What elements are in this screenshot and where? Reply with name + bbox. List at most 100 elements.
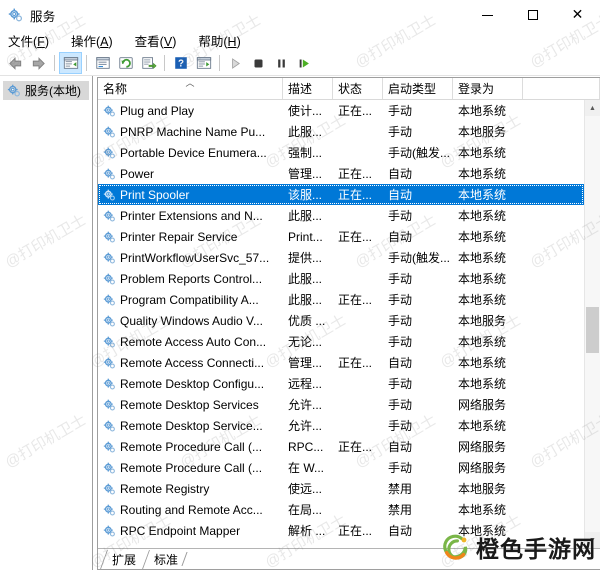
cell-desc: 在 W... (288, 461, 325, 475)
restart-service-icon[interactable] (293, 52, 316, 74)
table-row[interactable]: Power 管理... 正在... 自动 本地系统 (98, 163, 584, 184)
cell-status: 正在... (338, 104, 373, 118)
table-row[interactable]: Remote Desktop Service... 允许... 手动 本地系统 (98, 415, 584, 436)
table-row[interactable]: Program Compatibility A... 此服... 正在... 手动 本地… (98, 289, 584, 310)
export-list-icon[interactable] (137, 52, 160, 74)
cell-startup: 手动 (388, 335, 413, 349)
table-row[interactable]: Remote Desktop Services 允许... 手动 网络服务 (98, 394, 584, 415)
table-row[interactable]: Remote Registry 使远... 禁用 本地服务 (98, 478, 584, 499)
cell-status: 正在... (338, 524, 373, 538)
cell-desc: 管理... (288, 167, 323, 181)
cell-name: Remote Registry (98, 482, 283, 496)
column-header-log-on-as[interactable]: 登录为 (453, 78, 523, 99)
menu-action-label: 操作( (70, 35, 101, 49)
column-header-startup-type-label: 启动类型 (388, 82, 437, 96)
properties-icon[interactable] (91, 52, 114, 74)
table-row[interactable]: Remote Access Auto Con... 无论... 手动 本地系统 (98, 331, 584, 352)
table-row[interactable]: Routing and Remote Acc... 在局... 禁用 本地系统 (98, 499, 584, 520)
menu-help[interactable]: 帮助(H) (198, 29, 249, 52)
cell-name: Program Compatibility A... (98, 293, 283, 307)
column-header-description[interactable]: 描述 (283, 78, 333, 99)
table-row[interactable]: Print Spooler 该服... 正在... 自动 本地系统 (98, 184, 584, 205)
cell-desc: 优质 ... (288, 314, 326, 328)
tab-standard[interactable]: 标准 (142, 550, 188, 569)
table-row[interactable]: Remote Procedure Call (... 在 W... 手动 网络服务 (98, 457, 584, 478)
cell-desc: 此服... (288, 209, 323, 223)
table-row[interactable]: PrintWorkflowUserSvc_57... 提供... 手动(触发... 本… (98, 247, 584, 268)
tree-node-label: 服务(本地) (25, 84, 81, 98)
tree-node-services-local[interactable]: 服务(本地) (3, 81, 89, 100)
table-row[interactable]: Remote Access Connecti... 管理... 正在... 自动 本地系… (98, 352, 584, 373)
table-row[interactable]: Printer Repair Service Print... 正在... 自动 本地系… (98, 226, 584, 247)
menu-view[interactable]: 查看(V) (135, 29, 186, 52)
scroll-down-button[interactable]: ▼ (585, 532, 600, 548)
cell-logon: 本地系统 (458, 146, 507, 160)
cell-startup: 自动 (388, 167, 413, 181)
stop-service-icon[interactable] (247, 52, 270, 74)
cell-startup: 手动 (388, 293, 413, 307)
table-row[interactable]: Quality Windows Audio V... 优质 ... 手动 本地服务 (98, 310, 584, 331)
column-header-name[interactable]: 名称 ︿ (98, 78, 283, 99)
cell-status: 正在... (338, 230, 373, 244)
cell-desc: 提供... (288, 251, 323, 265)
cell-desc: 允许... (288, 398, 323, 412)
cell-startup: 自动 (388, 356, 413, 370)
table-row[interactable]: Portable Device Enumera... 强制... 手动(触发... 本… (98, 142, 584, 163)
forward-arrow-icon[interactable] (27, 52, 50, 74)
scroll-up-button[interactable]: ▲ (585, 100, 600, 116)
service-gear-icon (102, 209, 116, 223)
cell-logon: 本地系统 (458, 272, 507, 286)
table-row[interactable]: RPC Endpoint Mapper 解析 ... 正在... 自动 本地系统 (98, 520, 584, 541)
cell-desc: 远程... (288, 377, 323, 391)
cell-logon: 本地系统 (458, 167, 507, 181)
services-list: Plug and Play 使计... 正在... 手动 本地系统 PNRP Machin… (98, 100, 584, 548)
start-service-icon[interactable] (224, 52, 247, 74)
table-row[interactable]: Remote Procedure Call (... RPC... 正在... 自动 网… (98, 436, 584, 457)
cell-name: Power (98, 167, 283, 181)
column-header-startup-type[interactable]: 启动类型 (383, 78, 453, 99)
menu-view-tail: ) (172, 35, 177, 49)
service-name-label: Printer Repair Service (120, 229, 238, 244)
title-bar: 服务 ✕ (0, 0, 600, 30)
show-action-pane-icon[interactable] (192, 52, 215, 74)
cell-desc: 在局... (288, 503, 323, 517)
pause-service-icon[interactable] (270, 52, 293, 74)
cell-logon: 本地服务 (458, 314, 507, 328)
back-arrow-icon[interactable] (4, 52, 27, 74)
list-header: 名称 ︿ 描述 状态 启动类型 登录为 (98, 78, 600, 100)
cell-desc: 此服... (288, 272, 323, 286)
refresh-icon[interactable] (114, 52, 137, 74)
column-header-status-label: 状态 (338, 82, 363, 96)
menu-action[interactable]: 操作(A) (71, 29, 122, 52)
table-row[interactable]: Printer Extensions and N... 此服... 手动 本地系统 (98, 205, 584, 226)
maximize-button[interactable] (510, 0, 555, 30)
service-name-label: Quality Windows Audio V... (120, 313, 263, 328)
service-name-label: Remote Desktop Services (120, 397, 259, 412)
column-header-status[interactable]: 状态 (333, 78, 383, 99)
cell-startup: 自动 (388, 440, 413, 454)
show-hide-console-tree-icon[interactable] (59, 52, 82, 74)
cell-logon: 本地系统 (458, 230, 507, 244)
menu-action-tail: ) (108, 35, 113, 49)
table-row[interactable]: Plug and Play 使计... 正在... 手动 本地系统 (98, 100, 584, 121)
cell-status: 正在... (338, 440, 373, 454)
vertical-scrollbar[interactable]: ▲ ▼ (584, 100, 600, 548)
cell-logon: 本地系统 (458, 524, 507, 538)
service-name-label: Remote Desktop Service... (120, 418, 263, 433)
service-name-label: Remote Procedure Call (... (120, 460, 263, 475)
cell-name: Routing and Remote Acc... (98, 503, 283, 517)
service-gear-icon (102, 167, 116, 181)
menu-file[interactable]: 文件(F) (8, 29, 58, 52)
table-row[interactable]: PNRP Machine Name Pu... 此服... 手动 本地服务 (98, 121, 584, 142)
scroll-thumb[interactable] (586, 307, 599, 354)
table-row[interactable]: Problem Reports Control... 此服... 手动 本地系统 (98, 268, 584, 289)
cell-desc: 管理... (288, 356, 323, 370)
close-button[interactable]: ✕ (555, 0, 600, 30)
minimize-button[interactable] (465, 0, 510, 30)
tab-extended[interactable]: 扩展 (100, 550, 146, 569)
scroll-track[interactable] (585, 116, 600, 532)
service-gear-icon (102, 230, 116, 244)
table-row[interactable]: Remote Desktop Configu... 远程... 手动 本地系统 (98, 373, 584, 394)
help-icon[interactable]: ? (169, 52, 192, 74)
service-gear-icon (102, 335, 116, 349)
